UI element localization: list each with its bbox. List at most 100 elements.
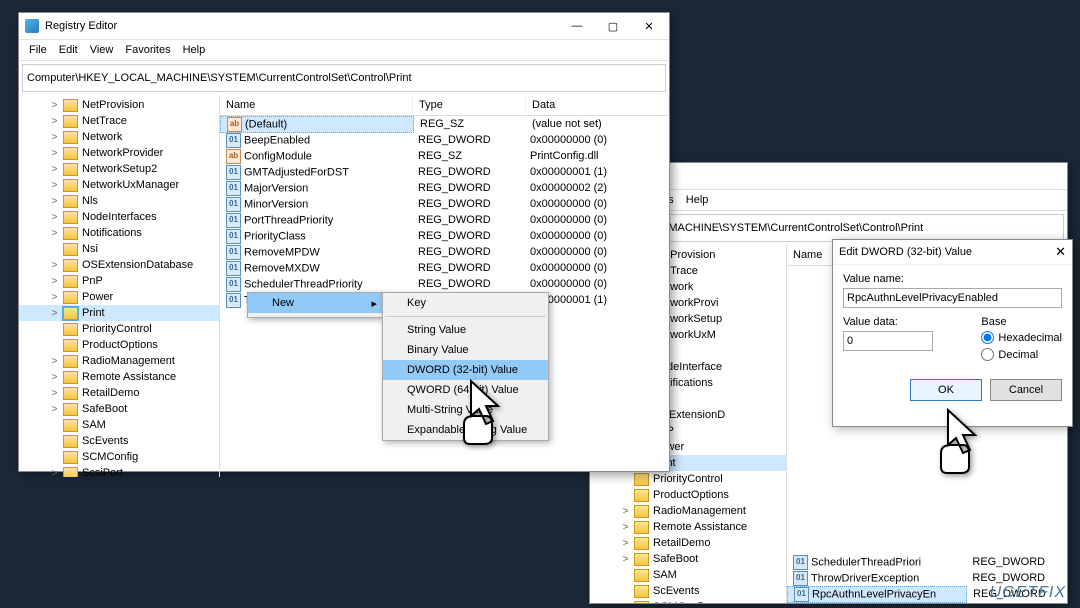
minimize-button[interactable]: — [559, 13, 595, 39]
tree-item[interactable]: >RadioManagement [19, 353, 219, 369]
tree-item[interactable]: >Remote Assistance [19, 369, 219, 385]
col-type[interactable]: Type [413, 97, 526, 113]
titlebar[interactable]: Registry Editor — ▢ ✕ [19, 13, 669, 40]
list-row[interactable]: 01PortThreadPriorityREG_DWORD0x00000000 … [220, 212, 669, 228]
tree-item[interactable]: >OSExtensionDatabase [19, 257, 219, 273]
ctx-item[interactable]: Expandable String Value [383, 420, 548, 440]
expand-icon[interactable]: > [49, 468, 60, 478]
ctx-item[interactable]: Multi-String Value [383, 400, 548, 420]
list-row[interactable]: 01MajorVersionREG_DWORD0x00000002 (2) [220, 180, 669, 196]
tree-item[interactable]: ProductOptions [19, 337, 219, 353]
maximize-button[interactable]: ▢ [595, 13, 631, 39]
menu-item[interactable]: Help [680, 192, 715, 208]
tree-item[interactable]: >RadioManagement [590, 503, 786, 519]
tree-item[interactable]: SAM [19, 417, 219, 433]
list-row[interactable]: 01PriorityClassREG_DWORD0x00000000 (0) [220, 228, 669, 244]
tree-item[interactable]: PriorityControl [19, 321, 219, 337]
context-menu[interactable]: New [247, 292, 384, 318]
menu-file[interactable]: File [23, 42, 53, 58]
context-submenu[interactable]: Key String ValueBinary ValueDWORD (32-bit… [382, 292, 549, 441]
ctx-new[interactable]: New [248, 293, 383, 313]
tree-item[interactable]: >SafeBoot [590, 551, 786, 567]
list-header[interactable]: Name Type Data [220, 95, 669, 116]
tree-item[interactable]: >RetailDemo [19, 385, 219, 401]
list-row[interactable]: 01BeepEnabledREG_DWORD0x00000000 (0) [220, 132, 669, 148]
list-row[interactable]: 01MinorVersionREG_DWORD0x00000000 (0) [220, 196, 669, 212]
list-row[interactable]: abConfigModuleREG_SZPrintConfig.dll [220, 148, 669, 164]
tree-item[interactable]: >Network [19, 129, 219, 145]
menu-help[interactable]: Help [177, 42, 212, 58]
ctx-item[interactable]: QWORD (64-bit) Value [383, 380, 548, 400]
col-data[interactable]: Data [526, 97, 669, 113]
expand-icon[interactable]: > [49, 148, 60, 159]
tree-item[interactable]: >PnP [19, 273, 219, 289]
tree-item[interactable]: >NetworkProvider [19, 145, 219, 161]
tree-item[interactable]: >Remote Assistance [590, 519, 786, 535]
tree-item[interactable]: SAM [590, 567, 786, 583]
list-row[interactable]: 01SchedulerThreadPrioriREG_DWORD [787, 554, 1067, 570]
expand-icon[interactable]: > [49, 404, 60, 415]
col-name[interactable]: Name [220, 97, 413, 113]
list-row[interactable]: 01RemoveMPDWREG_DWORD0x00000000 (0) [220, 244, 669, 260]
close-icon[interactable]: ✕ [1055, 244, 1066, 260]
menu-bar[interactable]: File Edit View Favorites Help [19, 40, 669, 61]
tree-item[interactable]: >NodeInterfaces [19, 209, 219, 225]
menu-view[interactable]: View [84, 42, 120, 58]
radio-dec[interactable]: Decimal [981, 348, 1062, 361]
cancel-button[interactable]: Cancel [990, 379, 1062, 401]
expand-icon[interactable]: > [49, 116, 60, 127]
expand-icon[interactable]: > [49, 308, 60, 319]
expand-icon[interactable]: > [49, 292, 60, 303]
tree-item[interactable]: >RetailDemo [590, 535, 786, 551]
radio-hex[interactable]: Hexadecimal [981, 331, 1062, 344]
close-button[interactable]: ✕ [631, 13, 667, 39]
tree-item[interactable]: >SafeBoot [19, 401, 219, 417]
tree-item[interactable]: >NetworkUxManager [19, 177, 219, 193]
ctx-item[interactable]: DWORD (32-bit) Value [383, 360, 548, 380]
ok-button[interactable]: OK [910, 379, 982, 401]
tree-item[interactable]: SCMConfig [19, 449, 219, 465]
value-name-input[interactable] [843, 288, 1062, 308]
expand-icon[interactable]: > [49, 196, 60, 207]
expand-icon[interactable]: > [49, 100, 60, 111]
tree-item[interactable]: >NetTrace [19, 113, 219, 129]
list-row[interactable]: 01SchedulerThreadPriorityREG_DWORD0x0000… [220, 276, 669, 292]
value-data-input[interactable] [843, 331, 933, 351]
tree-item[interactable]: >Notifications [19, 225, 219, 241]
tree-item[interactable]: Nsi [19, 241, 219, 257]
tree-item[interactable]: >Print [19, 305, 219, 321]
expand-icon[interactable]: > [49, 388, 60, 399]
tree-item[interactable]: ScEvents [590, 583, 786, 599]
menu-favorites[interactable]: Favorites [119, 42, 176, 58]
ctx-item[interactable]: Key [383, 293, 548, 313]
tree-pane[interactable]: >NetProvision>NetTrace>Network>NetworkPr… [19, 95, 220, 477]
list-row[interactable]: 01GMTAdjustedForDSTREG_DWORD0x00000001 (… [220, 164, 669, 180]
expand-icon[interactable]: > [620, 538, 631, 549]
tree-item[interactable]: >ScsiPort [19, 465, 219, 477]
tree-item[interactable]: >Nls [19, 193, 219, 209]
expand-icon[interactable]: > [49, 260, 60, 271]
radio-dec-input[interactable] [981, 348, 994, 361]
address-bar[interactable]: Computer\HKEY_LOCAL_MACHINE\SYSTEM\Curre… [22, 64, 666, 92]
menu-edit[interactable]: Edit [53, 42, 84, 58]
ctx-item[interactable]: Binary Value [383, 340, 548, 360]
tree-item[interactable]: >NetProvision [19, 97, 219, 113]
tree-item[interactable]: SCMConfig [590, 599, 786, 604]
expand-icon[interactable]: > [49, 180, 60, 191]
expand-icon[interactable]: > [49, 356, 60, 367]
expand-icon[interactable]: > [620, 522, 631, 533]
tree-item[interactable]: >Power [19, 289, 219, 305]
dialog-titlebar[interactable]: Edit DWORD (32-bit) Value ✕ [833, 240, 1072, 265]
expand-icon[interactable]: > [49, 132, 60, 143]
tree-item[interactable]: ProductOptions [590, 487, 786, 503]
expand-icon[interactable]: > [49, 228, 60, 239]
ctx-item[interactable]: String Value [383, 320, 548, 340]
tree-item[interactable]: >NetworkSetup2 [19, 161, 219, 177]
expand-icon[interactable]: > [49, 164, 60, 175]
expand-icon[interactable]: > [620, 554, 631, 565]
expand-icon[interactable]: > [49, 276, 60, 287]
list-row[interactable]: 01RemoveMXDWREG_DWORD0x00000000 (0) [220, 260, 669, 276]
tree-item[interactable]: ScEvents [19, 433, 219, 449]
expand-icon[interactable]: > [49, 372, 60, 383]
list-row[interactable]: ab(Default)REG_SZ(value not set) [220, 116, 669, 132]
